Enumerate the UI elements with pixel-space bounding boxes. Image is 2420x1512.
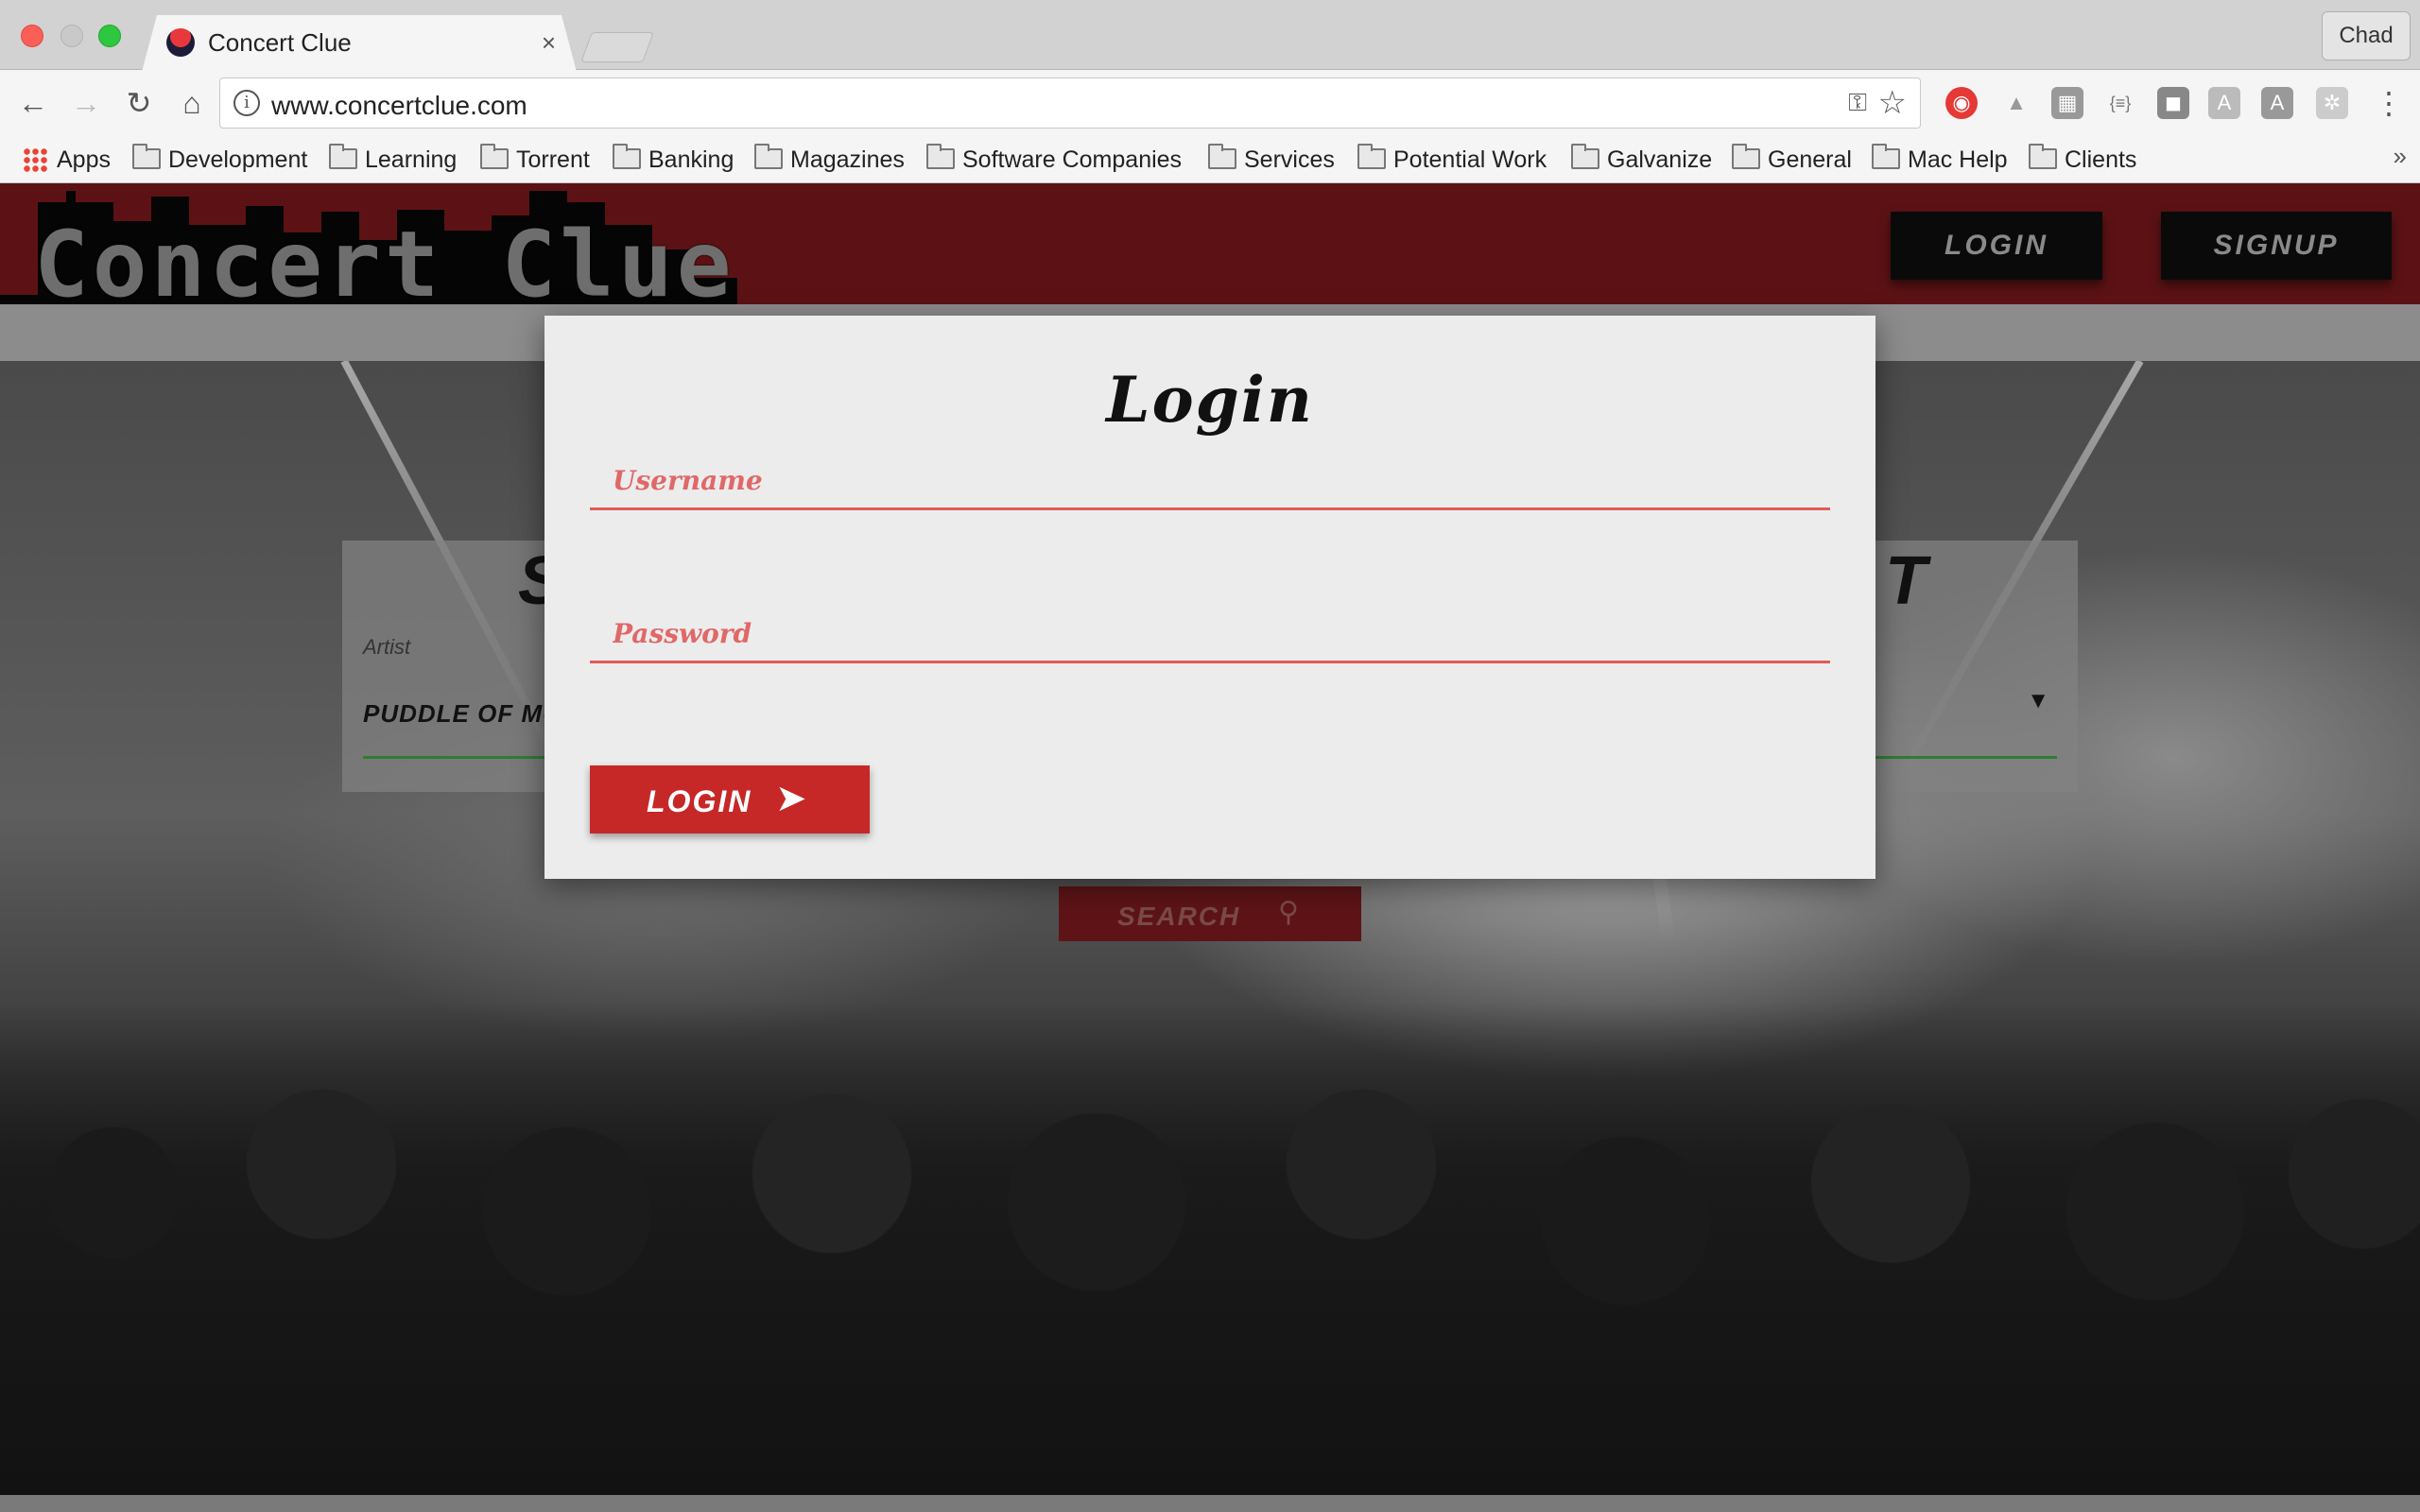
site-header: Concert Clue LOGIN SIGNUP <box>0 183 2420 318</box>
folder-icon <box>1872 144 1900 169</box>
url-text[interactable]: www.concertclue.com <box>271 91 527 121</box>
bookmark-folder[interactable]: Learning <box>329 144 457 176</box>
address-bar[interactable]: i www.concertclue.com ⚿ ☆ <box>219 77 1921 129</box>
folder-icon <box>480 144 509 169</box>
bookmark-folder[interactable]: Development <box>132 144 307 176</box>
folder-icon <box>132 144 161 169</box>
bookmark-folder[interactable]: Torrent <box>480 144 590 176</box>
text-icon[interactable]: A <box>2261 87 2293 119</box>
reload-icon[interactable]: ↻ <box>121 85 157 121</box>
bookmark-folder[interactable]: Software Companies <box>926 144 1182 176</box>
send-arrow-icon: ➤ <box>775 778 807 819</box>
bookmark-folder[interactable]: Magazines <box>754 144 905 176</box>
folder-icon <box>1357 144 1386 169</box>
favicon-icon <box>166 28 195 57</box>
dropdown-caret-icon[interactable]: ▼ <box>2027 688 2049 714</box>
json-icon[interactable]: {≡} <box>2104 87 2136 119</box>
home-icon[interactable]: ⌂ <box>174 85 210 121</box>
window-close-button[interactable] <box>21 25 43 47</box>
folder-icon <box>1571 144 1599 169</box>
angular-icon[interactable]: A <box>2208 87 2240 119</box>
logo-text: Concert Clue <box>34 212 735 318</box>
password-input[interactable] <box>590 607 1830 661</box>
browser-tab-active[interactable]: Concert Clue × <box>142 15 577 72</box>
apps-grid-icon <box>23 147 47 172</box>
folder-icon <box>2029 144 2057 169</box>
site-info-icon[interactable]: i <box>233 90 260 116</box>
login-modal: Login LOGIN ➤ <box>544 316 1876 879</box>
artist-underline <box>363 756 571 759</box>
username-field <box>590 454 1830 510</box>
browser-tabstrip: Concert Clue × Chad <box>0 0 2420 72</box>
folder-icon <box>329 144 357 169</box>
header-login-button[interactable]: LOGIN <box>1891 212 2102 280</box>
browser-toolbar: ← → ↻ ⌂ i www.concertclue.com ⚿ ☆ ◉ ▲ ▦ … <box>0 70 2420 136</box>
search-heading-right: T <box>1885 543 1927 619</box>
folder-icon <box>926 144 955 169</box>
artist-label: Artist <box>363 635 411 659</box>
crowd-silhouette <box>0 1004 2420 1495</box>
password-field <box>590 607 1830 663</box>
modal-title: Login <box>1106 363 1314 437</box>
search-icon: ⚲ <box>1278 897 1299 928</box>
shield-icon[interactable]: ◼ <box>2157 87 2189 119</box>
drive-icon[interactable]: ▲ <box>2000 87 2032 119</box>
new-tab-button[interactable] <box>580 32 654 62</box>
forward-icon[interactable]: → <box>68 85 104 121</box>
folder-icon <box>1732 144 1760 169</box>
key-icon[interactable]: ⚿ <box>1848 88 1867 118</box>
bookmark-folder[interactable]: General <box>1732 144 1852 176</box>
folder-icon <box>613 144 641 169</box>
search-button[interactable]: SEARCH ⚲ <box>1059 886 1361 941</box>
bookmark-folder[interactable]: Banking <box>613 144 734 176</box>
header-signup-button[interactable]: SIGNUP <box>2161 212 2392 280</box>
login-submit-button[interactable]: LOGIN ➤ <box>590 765 870 833</box>
username-input[interactable] <box>590 454 1830 507</box>
gear-icon[interactable]: ✲ <box>2316 87 2348 119</box>
folder-icon <box>754 144 783 169</box>
menu-icon[interactable]: ⋮ <box>2371 85 2407 121</box>
search-button-label: SEARCH <box>1117 902 1241 931</box>
tab-close-icon[interactable]: × <box>542 28 556 57</box>
back-icon[interactable]: ← <box>15 85 51 121</box>
folder-icon <box>1208 144 1236 169</box>
page-viewport: Concert Clue LOGIN SIGNUP S T Artist PUD… <box>0 183 2420 1512</box>
artist-input[interactable]: PUDDLE OF MU <box>363 699 562 729</box>
bookmarks-overflow-icon[interactable]: » <box>2394 142 2407 171</box>
bookmark-folder[interactable]: Galvanize <box>1571 144 1712 176</box>
tab-title: Concert Clue <box>208 28 352 57</box>
footer-strip <box>0 1495 2420 1512</box>
bookmarks-bar: Apps Development Learning Torrent Bankin… <box>0 136 2420 183</box>
site-logo[interactable]: Concert Clue <box>0 183 737 318</box>
gallery-icon[interactable]: ▦ <box>2051 87 2083 119</box>
bookmark-folder[interactable]: Mac Help <box>1872 144 2008 176</box>
select-underline <box>1849 756 2057 759</box>
window-minimize-button[interactable] <box>60 25 83 47</box>
login-button-label: LOGIN <box>647 784 752 818</box>
bookmark-star-icon[interactable]: ☆ <box>1878 84 1907 122</box>
opera-icon[interactable]: ◉ <box>1945 87 1978 119</box>
bookmark-apps[interactable]: Apps <box>23 144 111 176</box>
window-zoom-button[interactable] <box>98 25 121 47</box>
profile-button[interactable]: Chad <box>2322 11 2411 60</box>
bookmark-folder[interactable]: Clients <box>2029 144 2136 176</box>
bookmark-folder[interactable]: Potential Work <box>1357 144 1547 176</box>
bookmark-folder[interactable]: Services <box>1208 144 1335 176</box>
